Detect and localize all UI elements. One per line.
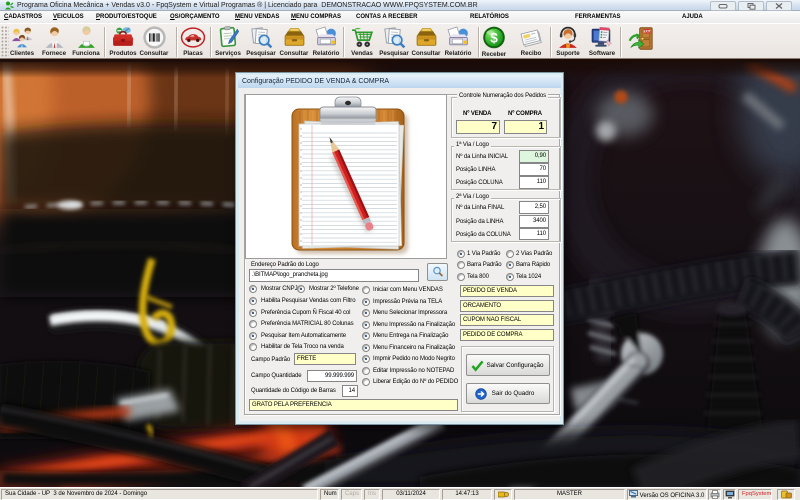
svg-text:EXIT: EXIT (644, 30, 651, 34)
